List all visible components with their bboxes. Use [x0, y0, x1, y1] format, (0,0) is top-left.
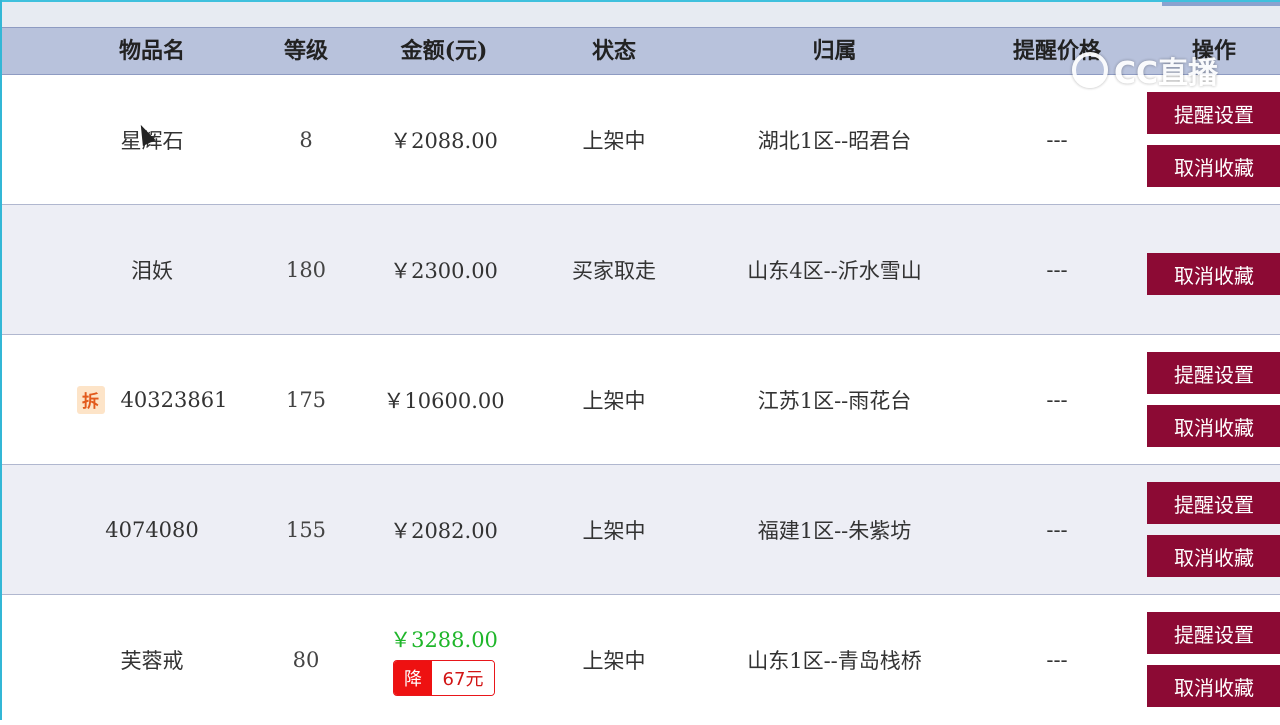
table-row: 4074080 155 ￥2082.00 上架中 福建1区--朱紫坊 --- 提…	[2, 465, 1280, 595]
item-owner: 湖北1区--昭君台	[757, 128, 912, 153]
item-alert-price: ---	[1046, 257, 1068, 282]
ops-cell: 提醒设置 取消收藏	[1147, 335, 1280, 464]
ops-cell: 提醒设置 取消收藏	[1147, 465, 1280, 594]
header-status: 状态	[591, 38, 636, 64]
item-level: 8	[299, 127, 313, 152]
table-row: 泪妖 180 ￥2300.00 买家取走 山东4区--沂水雪山 --- 取消收藏	[2, 205, 1280, 335]
item-alert-price: ---	[1046, 127, 1068, 152]
table-row: 芙蓉戒 80 ￥3288.00 降 67元 上架中 山东1区--青岛栈桥 ---…	[2, 595, 1280, 725]
alert-settings-button[interactable]: 提醒设置	[1147, 92, 1280, 134]
alert-settings-button[interactable]: 提醒设置	[1147, 612, 1280, 654]
item-owner: 山东4区--沂水雪山	[747, 258, 922, 283]
item-owner: 福建1区--朱紫坊	[757, 518, 912, 543]
header-owner: 归属	[812, 38, 857, 64]
item-level: 175	[285, 387, 327, 412]
top-strip	[2, 0, 1280, 27]
item-status: 上架中	[582, 648, 646, 673]
item-price: ￥10600.00	[383, 388, 505, 413]
price-drop-label: 降	[394, 660, 432, 695]
watermark-text: CC直播	[1114, 56, 1219, 91]
ops-cell: 提醒设置 取消收藏	[1147, 75, 1280, 204]
item-name[interactable]: 泪妖	[52, 205, 252, 334]
item-owner: 山东1区--青岛栈桥	[747, 648, 922, 673]
item-name[interactable]: 芙蓉戒	[52, 595, 252, 724]
item-price: ￥3288.00	[390, 627, 498, 652]
alert-settings-button[interactable]: 提醒设置	[1147, 352, 1280, 394]
item-level: 155	[285, 517, 327, 542]
stream-watermark: CC直播	[1072, 48, 1218, 92]
item-owner: 江苏1区--雨花台	[757, 388, 912, 413]
unfavorite-button[interactable]: 取消收藏	[1147, 665, 1280, 707]
split-tag: 拆	[76, 385, 105, 414]
tab-edge	[1162, 2, 1280, 6]
item-price: ￥2082.00	[390, 518, 498, 543]
item-status: 上架中	[582, 128, 646, 153]
item-level: 80	[292, 647, 320, 672]
unfavorite-button[interactable]: 取消收藏	[1147, 405, 1280, 447]
price-drop-badge: 降 67元	[393, 659, 495, 696]
price-drop-amount: 67元	[432, 660, 494, 695]
ops-cell: 取消收藏	[1147, 205, 1280, 334]
cc-logo-icon	[1072, 52, 1108, 88]
item-status: 上架中	[582, 388, 646, 413]
table-row: 拆 40323861 175 ￥10600.00 上架中 江苏1区--雨花台 -…	[2, 335, 1280, 465]
item-status: 上架中	[582, 518, 646, 543]
unfavorite-button[interactable]: 取消收藏	[1147, 145, 1280, 187]
header-price: 金额(元)	[400, 38, 488, 64]
item-price-cell: ￥3288.00 降 67元	[364, 595, 524, 724]
header-level: 等级	[283, 38, 328, 64]
alert-settings-button[interactable]: 提醒设置	[1147, 482, 1280, 524]
unfavorite-button[interactable]: 取消收藏	[1147, 535, 1280, 577]
item-price: ￥2300.00	[390, 258, 498, 283]
header-name: 物品名	[118, 38, 185, 64]
unfavorite-button[interactable]: 取消收藏	[1147, 253, 1280, 295]
item-level: 180	[285, 257, 327, 282]
item-alert-price: ---	[1046, 387, 1068, 412]
item-alert-price: ---	[1046, 517, 1068, 542]
item-price: ￥2088.00	[390, 128, 498, 153]
item-status: 买家取走	[572, 258, 656, 283]
item-alert-price: ---	[1046, 647, 1068, 672]
item-name: 40323861	[120, 387, 228, 412]
item-name[interactable]: 4074080	[52, 465, 252, 594]
table-row: 星辉石 8 ￥2088.00 上架中 湖北1区--昭君台 --- 提醒设置 取消…	[2, 75, 1280, 205]
item-name-cell[interactable]: 拆 40323861	[52, 335, 252, 464]
ops-cell: 提醒设置 取消收藏	[1147, 595, 1280, 724]
